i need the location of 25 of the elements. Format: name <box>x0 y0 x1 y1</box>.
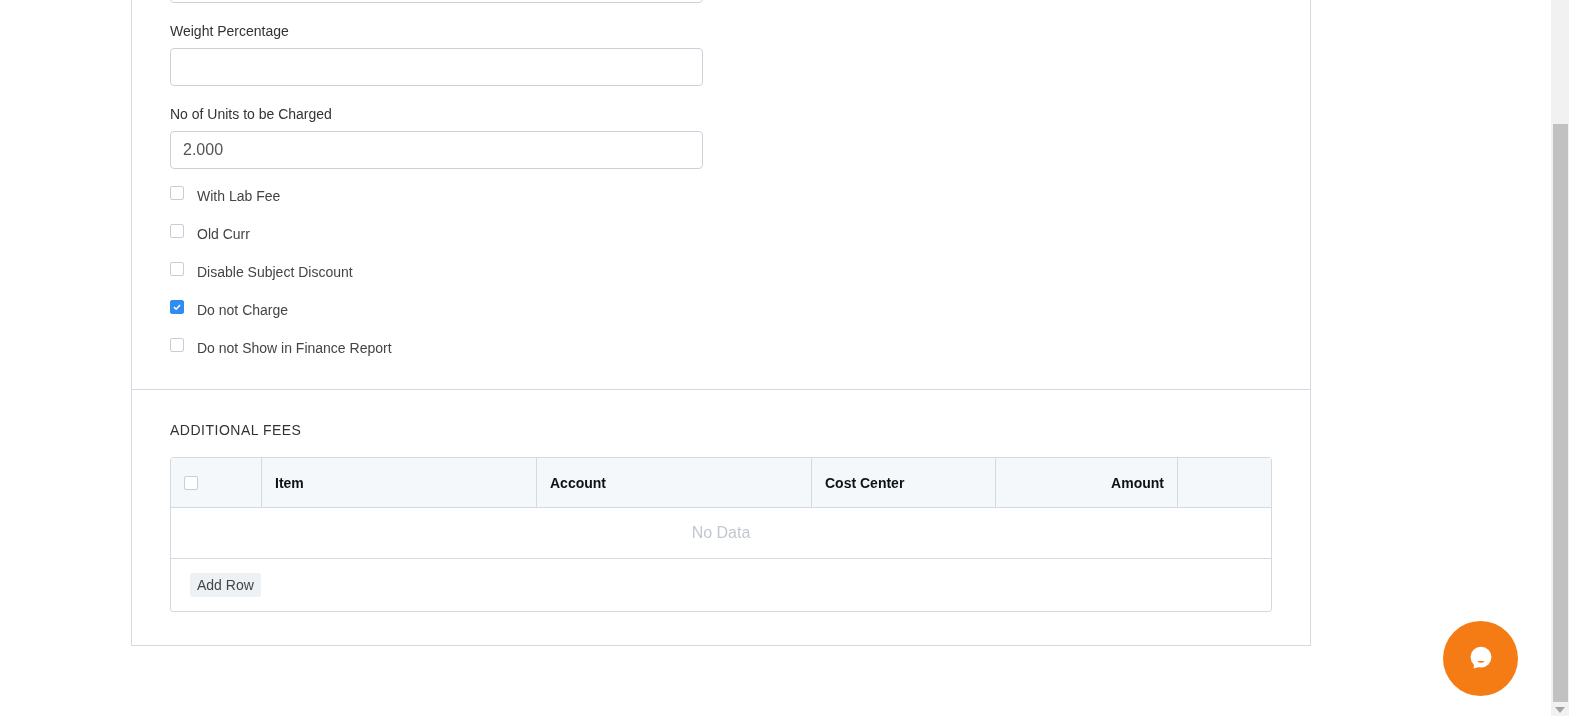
field-label: No of Units to be Charged <box>170 106 333 122</box>
checkbox-label: With Lab Fee <box>197 187 281 204</box>
input-field[interactable]: 2.000 <box>170 131 703 169</box>
column-header: Account <box>550 474 606 491</box>
column-header: Cost Center <box>825 474 905 491</box>
section-title: ADDITIONAL FEES <box>170 422 303 438</box>
scroll-down-arrow-icon[interactable] <box>1555 707 1565 713</box>
checkbox-label: Old Curr <box>197 225 250 242</box>
field-label: Weight Percentage <box>170 23 290 39</box>
checkmark-icon <box>171 301 183 313</box>
checkbox-label: Do not Charge <box>197 301 289 318</box>
select-all-checkbox[interactable] <box>184 475 198 490</box>
checkbox[interactable] <box>170 300 184 314</box>
input-field[interactable] <box>170 48 703 86</box>
scrollbar[interactable] <box>1551 0 1569 716</box>
checkbox[interactable] <box>170 224 184 238</box>
column-header: Item <box>275 474 304 491</box>
checkbox-label: Do not Show in Finance Report <box>197 339 392 356</box>
checkbox-label: Disable Subject Discount <box>197 263 353 280</box>
add-row-button[interactable]: Add Row <box>190 573 261 597</box>
checkbox[interactable] <box>170 262 184 276</box>
empty-message: No Data <box>691 524 751 542</box>
column-header: Amount <box>1111 474 1164 491</box>
checkbox[interactable] <box>170 338 184 352</box>
checkbox[interactable] <box>170 186 184 200</box>
